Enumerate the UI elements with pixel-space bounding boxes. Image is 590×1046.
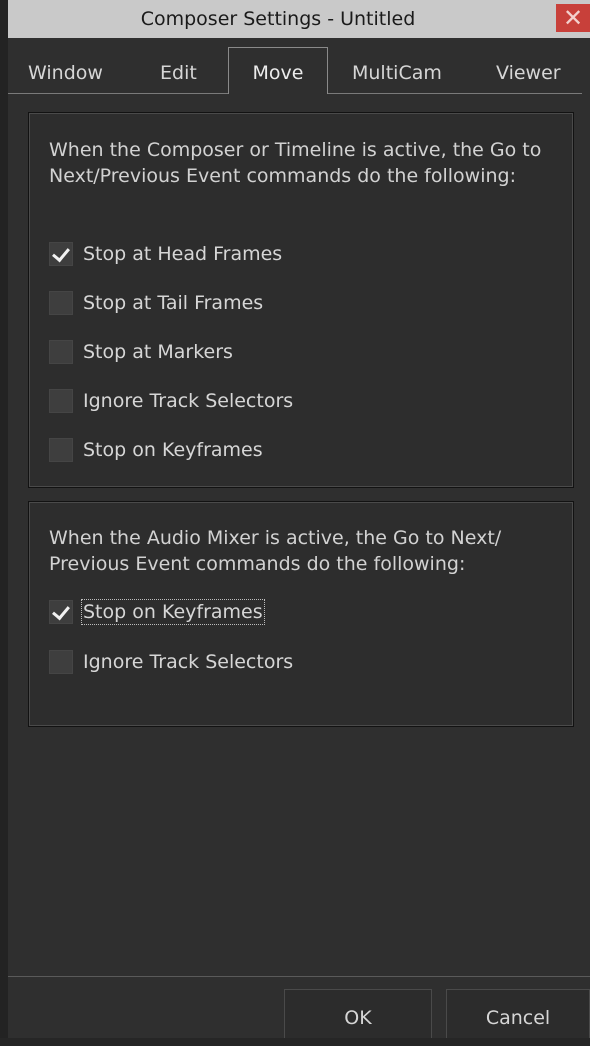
window-title: Composer Settings - Untitled	[140, 8, 416, 30]
checkbox[interactable]	[49, 650, 73, 674]
close-button[interactable]: ✕	[556, 4, 590, 32]
footer-divider	[8, 976, 590, 977]
option-label: Ignore Track Selectors	[83, 390, 294, 412]
tab-multicam[interactable]: MultiCam	[352, 62, 442, 84]
option-ignore-track-selectors[interactable]: Ignore Track Selectors	[49, 387, 293, 415]
composer-group-description: When the Composer or Timeline is active,…	[49, 139, 542, 187]
cancel-button[interactable]: Cancel	[446, 989, 590, 1038]
option-stop-at-markers[interactable]: Stop at Markers	[49, 338, 233, 366]
option-label: Stop at Markers	[83, 341, 233, 363]
tab-window[interactable]: Window	[28, 62, 103, 84]
option-label: Stop at Tail Frames	[83, 292, 264, 314]
checkbox[interactable]	[49, 600, 73, 624]
ok-button[interactable]: OK	[284, 989, 432, 1038]
checkbox[interactable]	[49, 389, 73, 413]
close-icon: ✕	[562, 4, 584, 32]
tab-edit[interactable]: Edit	[160, 62, 197, 84]
composer-timeline-group: When the Composer or Timeline is active,…	[28, 112, 574, 488]
title-bar: Composer Settings - Untitled ✕	[8, 0, 590, 39]
option-label: Stop on Keyframes	[81, 599, 265, 625]
option-label: Ignore Track Selectors	[83, 651, 294, 673]
option-audio-ignore-track-selectors[interactable]: Ignore Track Selectors	[49, 648, 293, 676]
option-stop-at-tail-frames[interactable]: Stop at Tail Frames	[49, 289, 263, 317]
tab-viewer[interactable]: Viewer	[496, 62, 561, 84]
checkbox[interactable]	[49, 438, 73, 462]
option-stop-at-head-frames[interactable]: Stop at Head Frames	[49, 240, 282, 268]
audio-group-description: When the Audio Mixer is active, the Go t…	[49, 527, 502, 575]
checkbox[interactable]	[49, 340, 73, 364]
checkbox[interactable]	[49, 291, 73, 315]
audio-mixer-group: When the Audio Mixer is active, the Go t…	[28, 501, 574, 727]
option-audio-stop-on-keyframes[interactable]: Stop on Keyframes	[49, 598, 265, 626]
option-stop-on-keyframes[interactable]: Stop on Keyframes	[49, 436, 263, 464]
checkbox[interactable]	[49, 242, 73, 266]
tab-bar: Window Edit Move MultiCam Viewer	[8, 38, 590, 94]
option-label: Stop at Head Frames	[83, 243, 283, 265]
tab-move[interactable]: Move	[228, 47, 328, 94]
option-label: Stop on Keyframes	[83, 439, 263, 461]
